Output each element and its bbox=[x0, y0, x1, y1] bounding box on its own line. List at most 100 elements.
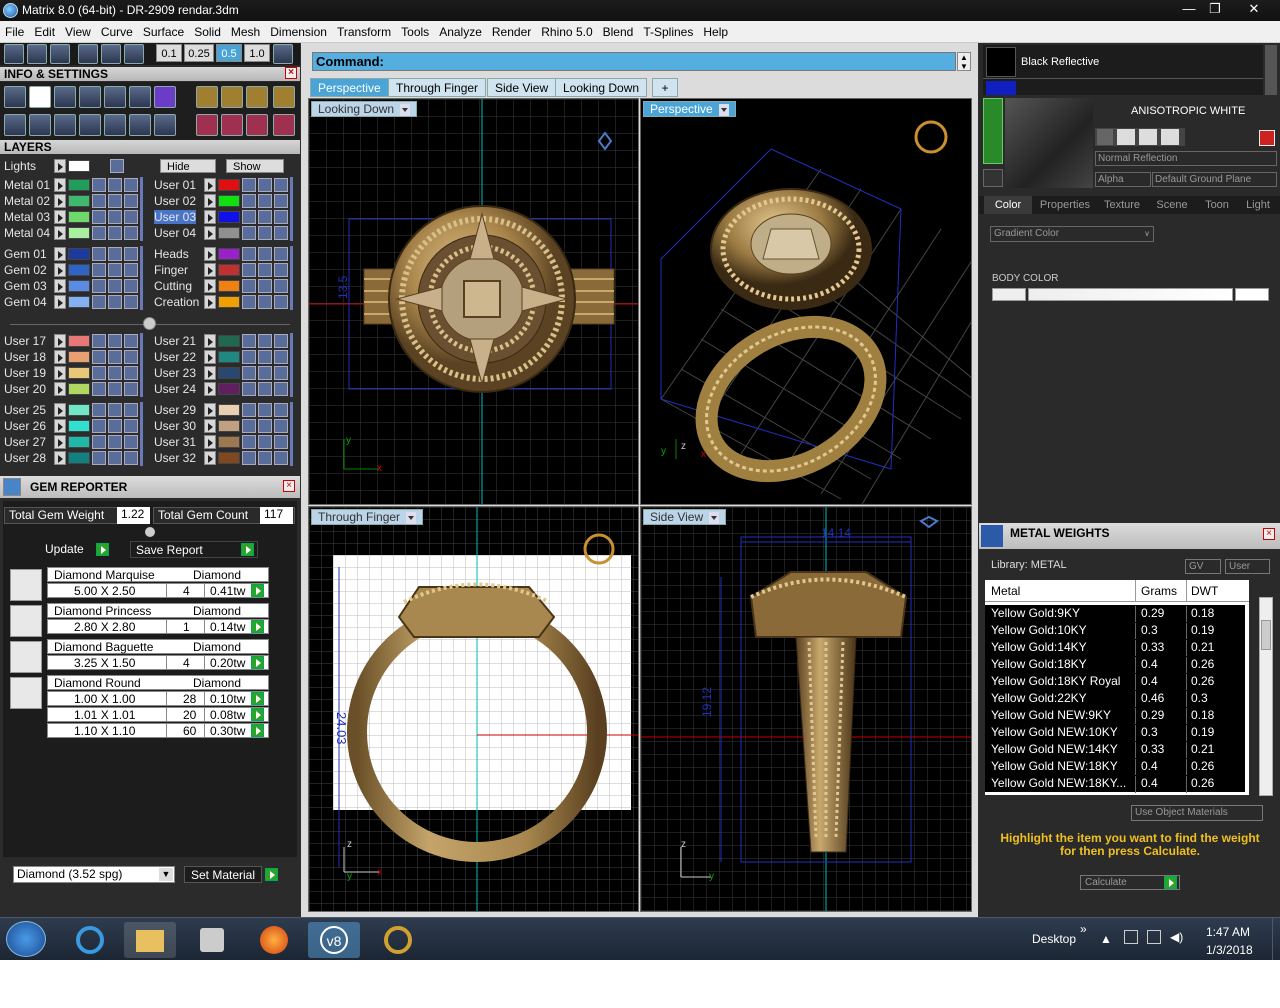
layer-visible-icon[interactable] bbox=[258, 350, 272, 364]
body-color-start-swatch[interactable] bbox=[992, 288, 1026, 301]
matrix-app-icon[interactable]: v8 bbox=[308, 922, 360, 958]
layer-name[interactable]: User 26 bbox=[4, 419, 46, 433]
copy-material-icon[interactable] bbox=[1117, 129, 1135, 145]
lock-icon[interactable] bbox=[242, 350, 256, 364]
layer-color-swatch[interactable] bbox=[68, 179, 90, 191]
update-arrow-icon[interactable] bbox=[96, 543, 109, 556]
tab-properties[interactable]: Properties bbox=[1035, 196, 1095, 214]
snap-025-button[interactable]: 0.25 bbox=[184, 44, 214, 62]
menu-mesh[interactable]: Mesh bbox=[226, 21, 265, 43]
layer-visible-icon[interactable] bbox=[108, 178, 122, 192]
tab-scene[interactable]: Scene bbox=[1149, 196, 1195, 214]
lock-icon[interactable] bbox=[92, 210, 106, 224]
layer-visible-icon[interactable] bbox=[108, 382, 122, 396]
four-views-icon[interactable] bbox=[4, 114, 26, 136]
layer-visible-icon[interactable] bbox=[108, 334, 122, 348]
layer-visible-icon[interactable] bbox=[108, 419, 122, 433]
layer-color-swatch[interactable] bbox=[218, 351, 240, 363]
lock-icon[interactable] bbox=[92, 419, 106, 433]
layer-expand-icon[interactable] bbox=[204, 403, 216, 417]
layer-name[interactable]: User 28 bbox=[4, 451, 46, 465]
table-row[interactable]: Yellow Gold NEW:18KY... 0.4 0.26 bbox=[985, 775, 1245, 793]
table-row[interactable]: Yellow Gold:10KY 0.3 0.19 bbox=[985, 622, 1245, 640]
layer-name[interactable]: Gem 04 bbox=[4, 295, 47, 309]
gem-size-row[interactable]: 2.80 X 2.80 1 0.14tw bbox=[47, 619, 269, 634]
tab-through-finger[interactable]: Through Finger bbox=[388, 78, 487, 97]
layer-expand-icon[interactable] bbox=[54, 279, 66, 293]
layer-bulb-icon[interactable] bbox=[124, 210, 138, 224]
snap-10-button[interactable]: 1.0 bbox=[244, 44, 270, 62]
viewport-perspective[interactable]: y z x Perspective bbox=[640, 98, 972, 505]
layer-expand-icon[interactable] bbox=[54, 263, 66, 277]
lock-icon[interactable] bbox=[92, 279, 106, 293]
cube-icon[interactable] bbox=[154, 86, 176, 108]
viewport-label-perspective[interactable]: Perspective bbox=[643, 101, 736, 117]
media-player-icon[interactable] bbox=[186, 922, 238, 958]
calculate-arrow-icon[interactable] bbox=[1164, 876, 1177, 889]
tab-side-view[interactable]: Side View bbox=[487, 78, 557, 97]
chevron-down-icon[interactable] bbox=[718, 103, 729, 116]
layer-bulb-icon[interactable] bbox=[124, 279, 138, 293]
layer-visible-icon[interactable] bbox=[258, 295, 272, 309]
snap-05-button[interactable]: 0.5 bbox=[216, 44, 242, 62]
lights-expand[interactable] bbox=[54, 159, 66, 173]
close-icon[interactable]: × bbox=[285, 67, 297, 79]
layer-name[interactable]: User 22 bbox=[154, 350, 196, 364]
layer-bulb-icon[interactable] bbox=[124, 178, 138, 192]
layer-bulb-icon[interactable] bbox=[124, 451, 138, 465]
layer-color-swatch[interactable] bbox=[218, 227, 240, 239]
layer-color-swatch[interactable] bbox=[218, 264, 240, 276]
layer-bulb-icon[interactable] bbox=[274, 334, 288, 348]
layer-bulb-icon[interactable] bbox=[274, 194, 288, 208]
layer-bulb-icon[interactable] bbox=[124, 366, 138, 380]
layer-name[interactable]: Metal 02 bbox=[4, 194, 50, 208]
import-material-icon[interactable] bbox=[1139, 129, 1157, 145]
layer-bulb-icon[interactable] bbox=[124, 295, 138, 309]
layer-color-swatch[interactable] bbox=[218, 420, 240, 432]
lock-icon[interactable] bbox=[92, 334, 106, 348]
layer-visible-icon[interactable] bbox=[258, 403, 272, 417]
layer-bulb-icon[interactable] bbox=[124, 334, 138, 348]
menu-tsplines[interactable]: T-Splines bbox=[638, 21, 698, 43]
layer-name[interactable]: Gem 03 bbox=[4, 279, 47, 293]
layer-bulb-icon[interactable] bbox=[124, 263, 138, 277]
menu-tools[interactable]: Tools bbox=[396, 21, 434, 43]
layer-name[interactable]: Finger bbox=[154, 263, 188, 277]
layer-expand-icon[interactable] bbox=[204, 210, 216, 224]
osnap-icon[interactable] bbox=[27, 44, 47, 64]
layer-expand-icon[interactable] bbox=[54, 366, 66, 380]
menu-solid[interactable]: Solid bbox=[189, 21, 226, 43]
layer-color-swatch[interactable] bbox=[68, 383, 90, 395]
viewport-label-through-finger[interactable]: Through Finger bbox=[311, 509, 424, 525]
table-row[interactable]: Yellow Gold NEW:10KY 0.3 0.19 bbox=[985, 724, 1245, 742]
layer-visible-icon[interactable] bbox=[258, 382, 272, 396]
layer-name[interactable]: User 31 bbox=[154, 435, 196, 449]
collapse-arrow-icon[interactable] bbox=[143, 317, 156, 330]
layer-name[interactable]: User 02 bbox=[154, 194, 196, 208]
menu-blend[interactable]: Blend bbox=[598, 21, 639, 43]
single-view-icon[interactable] bbox=[29, 114, 51, 136]
layer-name[interactable]: Creation bbox=[154, 295, 199, 309]
layer-name[interactable]: User 27 bbox=[4, 435, 46, 449]
snap-center-icon[interactable] bbox=[221, 114, 243, 136]
document-icon[interactable] bbox=[104, 86, 126, 108]
menu-render[interactable]: Render bbox=[487, 21, 536, 43]
layer-color-swatch[interactable] bbox=[218, 335, 240, 347]
ortho-icon[interactable] bbox=[78, 44, 98, 64]
layer-visible-icon[interactable] bbox=[108, 435, 122, 449]
gem-select-arrow-icon[interactable] bbox=[251, 656, 264, 669]
layer-visible-icon[interactable] bbox=[108, 279, 122, 293]
firefox-icon[interactable] bbox=[248, 922, 300, 958]
layer-bulb-icon[interactable] bbox=[124, 226, 138, 240]
line-tool-icon[interactable] bbox=[50, 44, 70, 64]
gradient-select[interactable]: Gradient Color ∨ bbox=[990, 226, 1154, 242]
layer-visible-icon[interactable] bbox=[258, 334, 272, 348]
body-color-gradient-slider[interactable] bbox=[1028, 288, 1233, 301]
table-row[interactable]: Yellow Gold:18KY 0.4 0.26 bbox=[985, 656, 1245, 674]
body-color-end-swatch[interactable] bbox=[1235, 288, 1269, 301]
desktop-toolbar[interactable]: Desktop bbox=[1032, 932, 1076, 946]
layer-color-swatch[interactable] bbox=[218, 248, 240, 260]
material-scrollbar[interactable] bbox=[1265, 45, 1277, 95]
layer-bulb-icon[interactable] bbox=[124, 403, 138, 417]
layer-visible-icon[interactable] bbox=[258, 210, 272, 224]
